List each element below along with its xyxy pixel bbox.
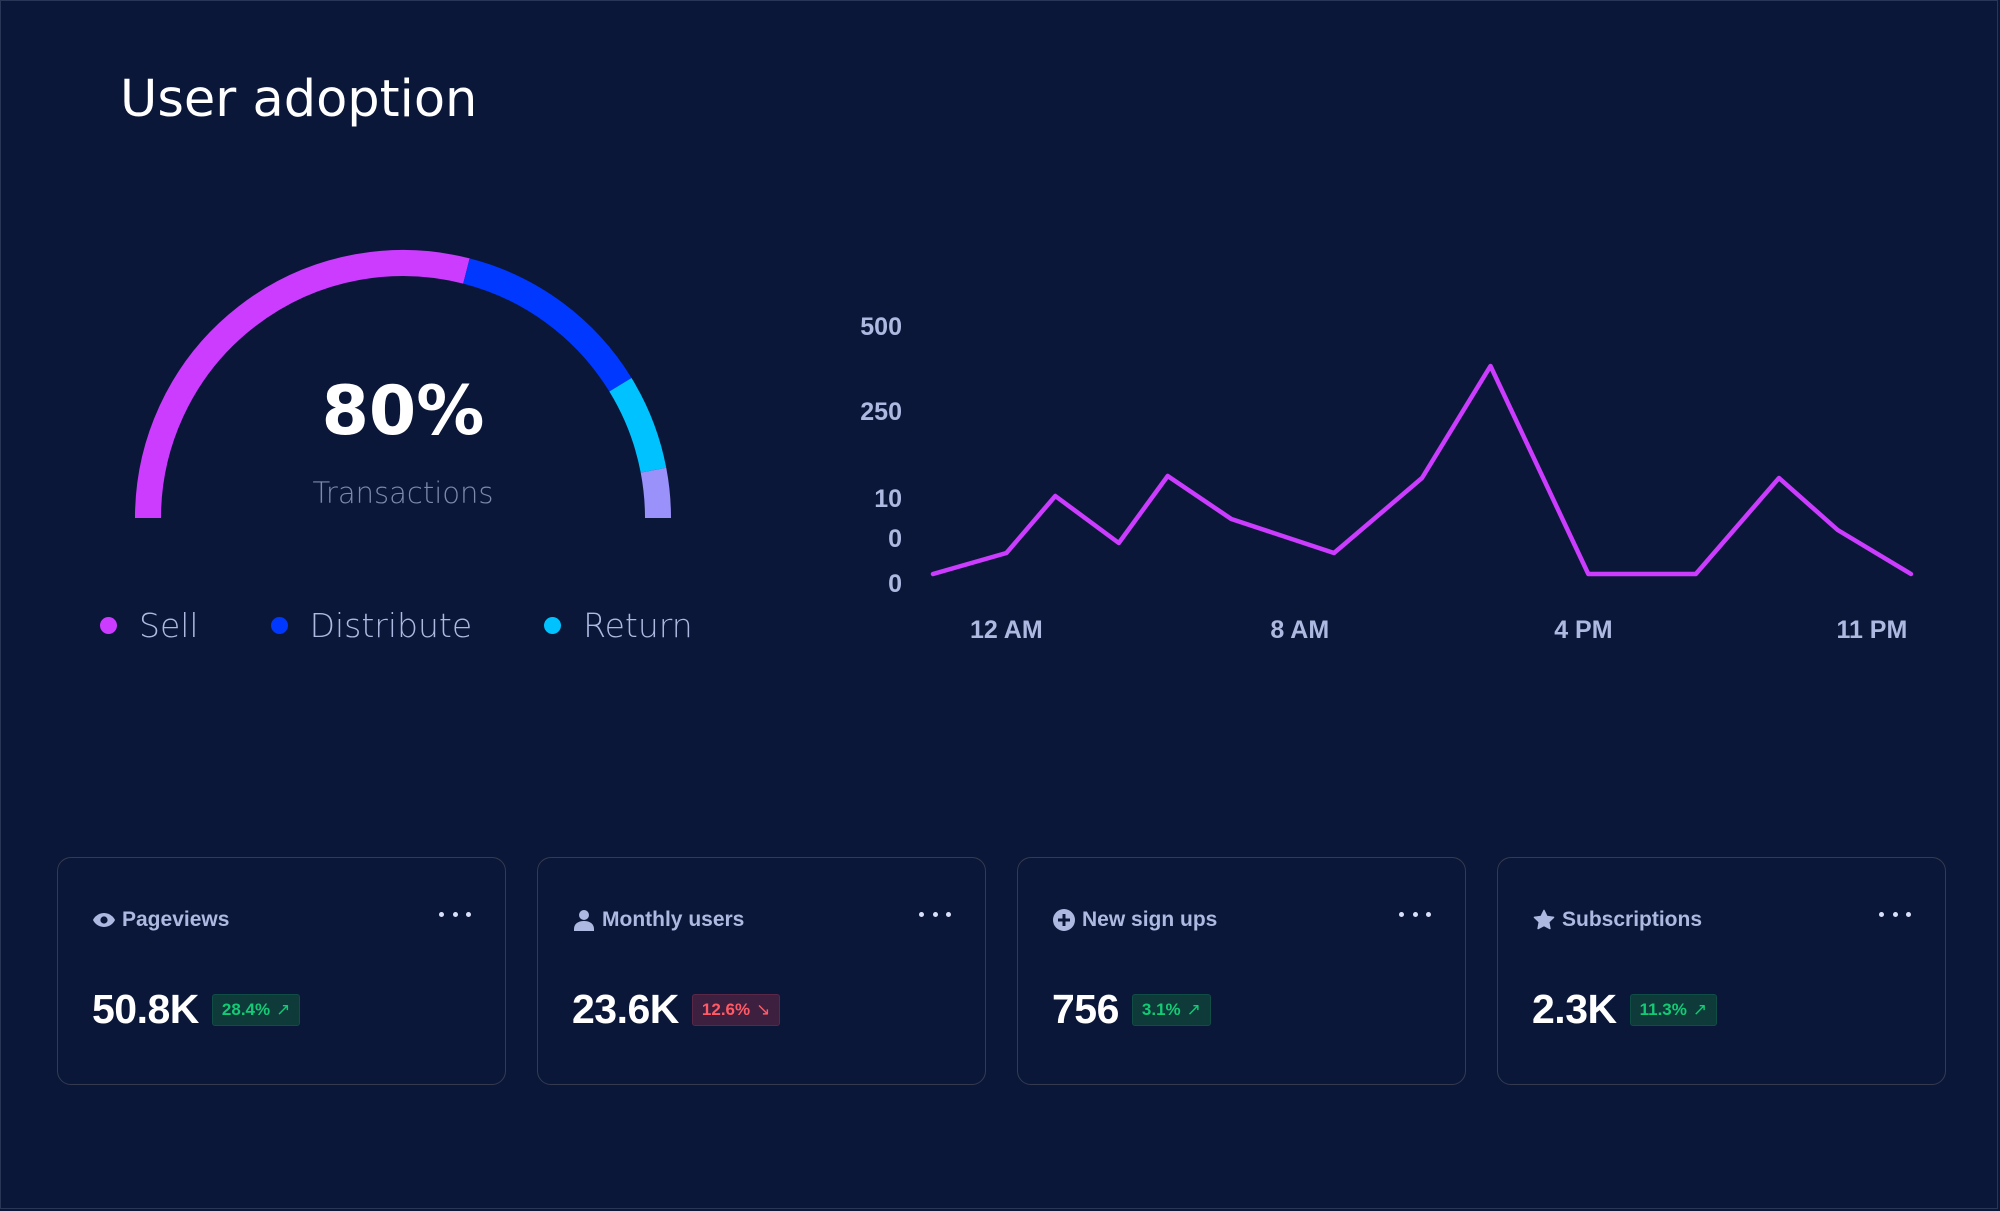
card-title: New sign ups [1082,908,1218,931]
y-tick-label: 0 [888,525,902,553]
card-value: 50.8K [92,986,199,1032]
change-badge: 28.4% ↗ [211,993,301,1026]
card-title: Pageviews [122,908,230,931]
x-tick-label: 8 AM [1270,616,1329,644]
x-tick-label: 11 PM [1836,616,1907,644]
eye-icon [92,908,116,932]
card-value: 23.6K [572,986,679,1032]
y-tick-label: 250 [860,398,902,426]
card-title: Subscriptions [1562,908,1703,931]
dot-icon [452,911,458,917]
change-value: 3.1% [1141,999,1181,1019]
arrow-up-right-icon: ↗ [1186,999,1201,1019]
dot-icon [1892,911,1898,917]
change-badge: 12.6% ↘ [691,993,781,1026]
stat-cards: Pageviews 50.8K 28.4% ↗ Monthly users 23.… [57,857,1977,1085]
dot-icon [1426,911,1431,917]
user-icon [572,908,596,932]
activity-line-chart: 500 250 10 0 0 12 AM 8 AM 4 PM 11 PM [860,313,1914,644]
y-tick-label: 10 [874,485,902,513]
change-value: 12.6% [701,999,751,1019]
card-value: 756 [1052,986,1119,1032]
dot-icon [439,911,444,917]
stat-card-monthly-users: Monthly users 23.6K 12.6% ↘ [537,857,986,1085]
plus-circle-icon [1052,908,1076,932]
stat-card-subscriptions: Subscriptions 2.3K 11.3% ↗ [1497,857,1946,1085]
dot-icon [1412,911,1418,917]
dot-icon [1879,911,1884,917]
dot-icon [919,911,924,917]
change-badge: 3.1% ↗ [1131,993,1211,1026]
arrow-down-right-icon: ↘ [756,999,771,1019]
arrow-up-right-icon: ↗ [1692,999,1708,1019]
y-tick-label: 0 [888,570,902,598]
star-icon [1532,908,1556,932]
change-value: 11.3% [1639,999,1687,1019]
x-tick-label: 4 PM [1554,616,1612,644]
dot-icon [932,911,938,917]
more-options-button[interactable] [1399,902,1431,926]
x-tick-label: 12 AM [970,616,1043,644]
card-value: 2.3K [1532,986,1617,1032]
more-options-button[interactable] [439,902,471,926]
card-title: Monthly users [602,908,745,931]
stat-card-pageviews: Pageviews 50.8K 28.4% ↗ [57,857,506,1085]
arrow-up-right-icon: ↗ [276,999,291,1019]
change-value: 28.4% [221,999,271,1019]
series-line-activity [930,363,1914,577]
more-options-button[interactable] [919,902,951,926]
dot-icon [1906,911,1911,917]
dot-icon [466,911,471,917]
dot-icon [946,911,951,917]
more-options-button[interactable] [1879,902,1911,926]
y-tick-label: 500 [860,313,902,341]
dot-icon [1399,911,1404,917]
change-badge: 11.3% ↗ [1629,993,1718,1026]
stat-card-new-sign-ups: New sign ups 756 3.1% ↗ [1017,857,1466,1085]
